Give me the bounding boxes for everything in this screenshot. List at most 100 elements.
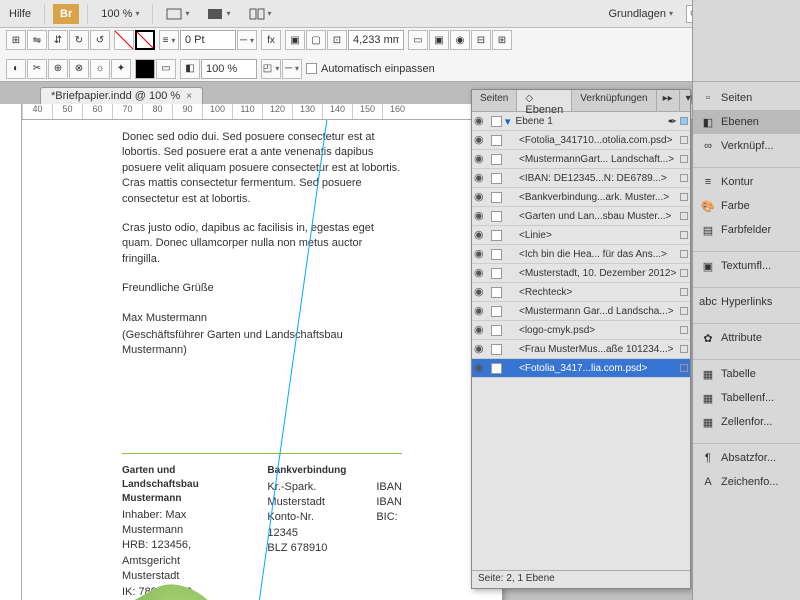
- wrap-bbox-icon[interactable]: ▣: [429, 30, 449, 50]
- layer-row[interactable]: ◉<Bankverbindung...ark. Muster...>: [472, 188, 690, 207]
- select-chip[interactable]: [680, 212, 688, 220]
- sidebar-item-farbe[interactable]: 🎨Farbe: [693, 194, 800, 218]
- lock-box[interactable]: [491, 344, 502, 355]
- effects-icon[interactable]: fx: [261, 30, 281, 50]
- layer-row[interactable]: ◉<IBAN: DE12345...N: DE6789...>: [472, 169, 690, 188]
- fill-black-icon[interactable]: [135, 59, 155, 79]
- layer-row[interactable]: ◉<MustermannGart... Landschaft...>: [472, 150, 690, 169]
- corners-dd[interactable]: ◰: [261, 59, 281, 79]
- layer-row[interactable]: ◉<Fotolia_341710...otolia.com.psd>: [472, 131, 690, 150]
- close-tab-icon[interactable]: ×: [186, 91, 192, 102]
- visibility-icon[interactable]: ◉: [474, 133, 488, 147]
- select-chip[interactable]: [680, 250, 688, 258]
- fill-none-icon[interactable]: ▭: [156, 59, 176, 79]
- stroke-swatch[interactable]: [135, 30, 155, 50]
- layer-row[interactable]: ◉<logo-cmyk.psd>: [472, 321, 690, 340]
- lock-box[interactable]: [491, 249, 502, 260]
- tool-gen4-icon[interactable]: ⊗: [69, 59, 89, 79]
- lock-box[interactable]: [491, 230, 502, 241]
- visibility-icon[interactable]: ◉: [474, 361, 488, 375]
- document-page[interactable]: Donec sed odio dui. Sed posuere consecte…: [22, 120, 502, 600]
- visibility-icon[interactable]: ◉: [474, 190, 488, 204]
- layer-top[interactable]: ◉ ▾ Ebene 1 ✒: [472, 112, 690, 131]
- layer-row[interactable]: ◉<Frau MusterMus...aße 101234...>: [472, 340, 690, 359]
- wrap-shape-icon[interactable]: ◉: [450, 30, 470, 50]
- fit-frame-icon[interactable]: ▣: [285, 30, 305, 50]
- zoom-dropdown[interactable]: 100 %: [96, 4, 144, 24]
- page-text-frame[interactable]: Donec sed odio dui. Sed posuere consecte…: [22, 120, 502, 600]
- tool-gen6-icon[interactable]: ✦: [111, 59, 131, 79]
- sidebar-item-kontur[interactable]: ≡Kontur: [693, 170, 800, 194]
- sidebar-item-absatzfor[interactable]: ¶Absatzfor...: [693, 446, 800, 470]
- view-options-dropdown[interactable]: [161, 4, 194, 24]
- lock-box[interactable]: [491, 325, 502, 336]
- fit-content-icon[interactable]: ▢: [306, 30, 326, 50]
- sidebar-item-hyperlinks[interactable]: abcHyperlinks: [693, 290, 800, 314]
- workspace-dropdown[interactable]: Grundlagen: [603, 4, 678, 24]
- tool-gen3-icon[interactable]: ⊕: [48, 59, 68, 79]
- layer-row[interactable]: ◉<Musterstadt, 10. Dezember 2012>: [472, 264, 690, 283]
- lock-box[interactable]: [491, 116, 502, 127]
- select-chip[interactable]: [680, 155, 688, 163]
- document-tab[interactable]: *Briefpapier.indd @ 100 % ×: [40, 87, 203, 104]
- tool-gen2-icon[interactable]: ✂: [27, 59, 47, 79]
- corners2-dd[interactable]: ─: [282, 59, 302, 79]
- rotate-cw-icon[interactable]: ↻: [69, 30, 89, 50]
- tool-gen5-icon[interactable]: ☼: [90, 59, 110, 79]
- layer-row[interactable]: ◉<Ich bin die Hea... für das Ans...>: [472, 245, 690, 264]
- lock-box[interactable]: [491, 154, 502, 165]
- visibility-icon[interactable]: ◉: [474, 304, 488, 318]
- fill-swatch[interactable]: [114, 30, 134, 50]
- sidebar-item-tabelle[interactable]: ▦Tabelle: [693, 362, 800, 386]
- opacity-icon[interactable]: ◧: [180, 59, 200, 79]
- panel-collapse-icon[interactable]: ▸▸: [657, 90, 680, 111]
- measure-input[interactable]: [348, 30, 404, 50]
- visibility-icon[interactable]: ◉: [474, 228, 488, 242]
- select-chip[interactable]: [680, 136, 688, 144]
- lock-box[interactable]: [491, 192, 502, 203]
- select-chip[interactable]: [680, 326, 688, 334]
- wrap-jump-icon[interactable]: ⊟: [471, 30, 491, 50]
- opacity-input[interactable]: [201, 59, 257, 79]
- visibility-icon[interactable]: ◉: [474, 152, 488, 166]
- select-chip[interactable]: [680, 269, 688, 277]
- rotate-ccw-icon[interactable]: ↺: [90, 30, 110, 50]
- sidebar-item-seiten[interactable]: ▫Seiten: [693, 86, 800, 110]
- autofit-checkbox[interactable]: Automatisch einpassen: [306, 63, 435, 75]
- select-chip[interactable]: [680, 193, 688, 201]
- select-chip[interactable]: [680, 307, 688, 315]
- visibility-icon[interactable]: ◉: [474, 114, 488, 128]
- layers-panel[interactable]: Seiten ◇ Ebenen Verknüpfungen ▸▸ ▾≡ ◉ ▾ …: [471, 89, 691, 589]
- tool-gen1-icon[interactable]: ◐: [6, 59, 26, 79]
- layer-row[interactable]: ◉<Mustermann Gar...d Landscha...>: [472, 302, 690, 321]
- ref-point-icon[interactable]: ⊞: [6, 30, 26, 50]
- select-chip[interactable]: [680, 288, 688, 296]
- stroke-weight-input[interactable]: [180, 30, 236, 50]
- sidebar-item-attribute[interactable]: ✿Attribute: [693, 326, 800, 350]
- visibility-icon[interactable]: ◉: [474, 209, 488, 223]
- lock-box[interactable]: [491, 306, 502, 317]
- visibility-icon[interactable]: ◉: [474, 285, 488, 299]
- visibility-icon[interactable]: ◉: [474, 266, 488, 280]
- layer-row[interactable]: ◉<Fotolia_3417...lia.com.psd>: [472, 359, 690, 378]
- tab-ebenen[interactable]: ◇ Ebenen: [517, 90, 572, 111]
- tab-seiten[interactable]: Seiten: [472, 90, 517, 111]
- sidebar-item-verknpf[interactable]: ∞Verknüpf...: [693, 134, 800, 158]
- flip-h-icon[interactable]: ⇋: [27, 30, 47, 50]
- layer-row[interactable]: ◉<Linie>: [472, 226, 690, 245]
- visibility-icon[interactable]: ◉: [474, 323, 488, 337]
- help-menu[interactable]: Hilfe: [4, 4, 36, 24]
- bridge-button[interactable]: Br: [53, 4, 79, 24]
- sidebar-item-textumfl[interactable]: ▣Textumfl...: [693, 254, 800, 278]
- select-chip[interactable]: [680, 345, 688, 353]
- wrap-jump-next-icon[interactable]: ⊞: [492, 30, 512, 50]
- lock-box[interactable]: [491, 173, 502, 184]
- lock-box[interactable]: [491, 211, 502, 222]
- select-chip[interactable]: [680, 231, 688, 239]
- screen-mode-dropdown[interactable]: [202, 4, 235, 24]
- visibility-icon[interactable]: ◉: [474, 247, 488, 261]
- center-content-icon[interactable]: ⊡: [327, 30, 347, 50]
- lock-box[interactable]: [491, 268, 502, 279]
- select-chip[interactable]: [680, 364, 688, 372]
- layer-row[interactable]: ◉<Rechteck>: [472, 283, 690, 302]
